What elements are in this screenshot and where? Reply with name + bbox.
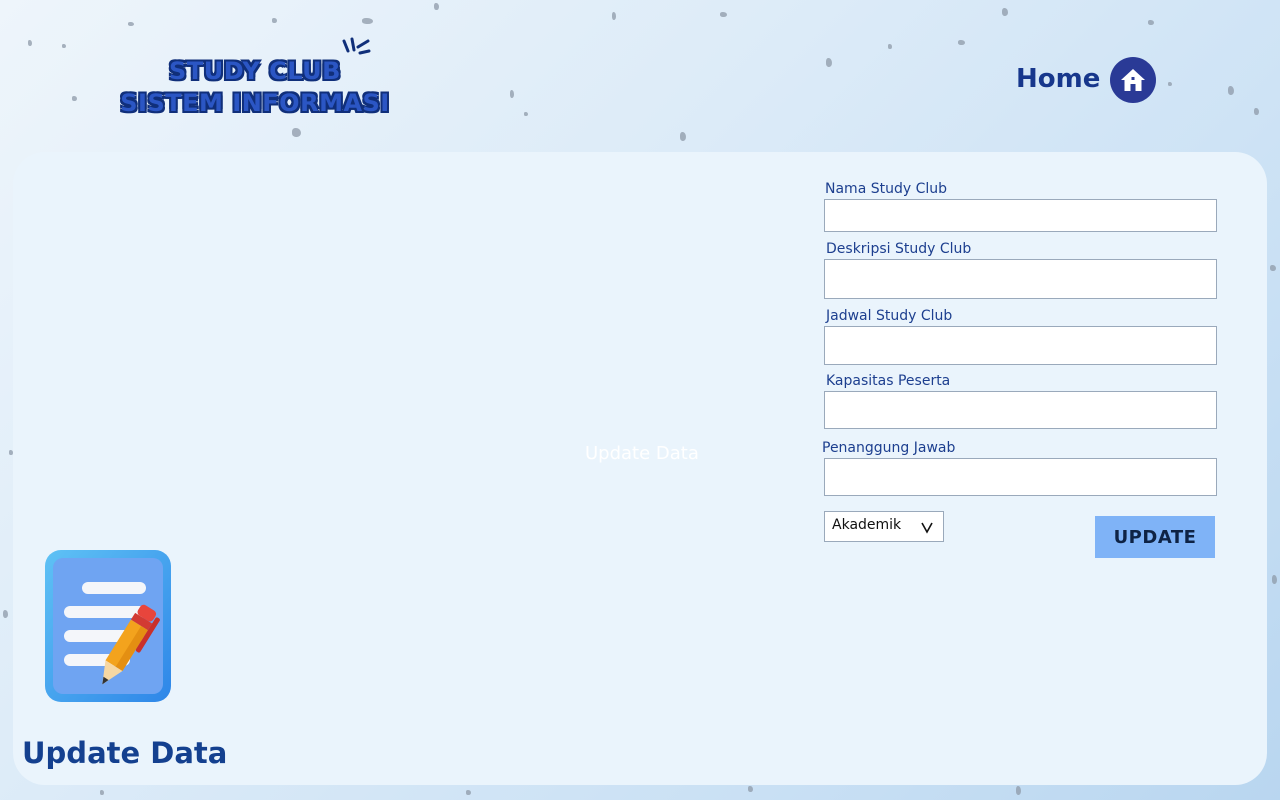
- penanggung-jawab-input[interactable]: [824, 458, 1217, 496]
- background-speck: [28, 40, 32, 46]
- clipboard-pencil-icon: [45, 550, 171, 702]
- background-speck: [1272, 575, 1277, 584]
- background-speck: [888, 44, 892, 49]
- kapasitas-peserta-input[interactable]: [824, 391, 1217, 429]
- background-speck: [510, 90, 514, 98]
- faded-page-title: Update Data: [585, 443, 699, 464]
- background-speck: [748, 786, 753, 792]
- background-speck: [362, 18, 373, 24]
- background-speck: [1002, 8, 1008, 16]
- background-speck: [466, 790, 471, 795]
- home-button[interactable]: [1110, 57, 1156, 103]
- sparkle-accent-icon: [342, 37, 371, 55]
- background-speck: [128, 22, 134, 26]
- background-speck: [1228, 86, 1234, 95]
- background-speck: [1148, 20, 1154, 25]
- jadwal-study-club-input[interactable]: [824, 326, 1217, 365]
- background-speck: [958, 40, 965, 45]
- background-speck: [680, 132, 686, 141]
- background-speck: [1254, 108, 1259, 115]
- background-speck: [1168, 82, 1172, 86]
- jadwal-study-club-label: Jadwal Study Club: [826, 308, 953, 324]
- background-speck: [524, 112, 528, 116]
- page-heading: Update Data: [22, 736, 228, 770]
- background-speck: [62, 44, 66, 48]
- background-speck: [272, 18, 277, 23]
- background-speck: [72, 96, 77, 101]
- nama-study-club-input[interactable]: [824, 199, 1217, 232]
- background-speck: [720, 12, 727, 17]
- background-speck: [100, 790, 104, 795]
- background-speck: [1270, 265, 1276, 271]
- nama-study-club-label: Nama Study Club: [825, 181, 948, 197]
- category-select[interactable]: Akademik: [824, 511, 944, 542]
- home-link[interactable]: Home: [1016, 64, 1100, 94]
- deskripsi-study-club-label: Deskripsi Study Club: [826, 241, 972, 257]
- penanggung-jawab-label: Penanggung Jawab: [822, 440, 956, 456]
- category-select-value: Akademik: [832, 517, 902, 533]
- background-speck: [3, 610, 8, 618]
- update-button[interactable]: UPDATE: [1095, 516, 1215, 558]
- background-speck: [826, 58, 832, 67]
- chevron-down-icon: [921, 522, 933, 534]
- background-speck: [1016, 786, 1021, 795]
- background-speck: [292, 128, 301, 137]
- deskripsi-study-club-input[interactable]: [824, 259, 1217, 299]
- logo-subtitle: SISTEM INFORMASI: [120, 89, 390, 117]
- background-speck: [434, 3, 439, 10]
- kapasitas-peserta-label: Kapasitas Peserta: [826, 373, 951, 389]
- background-speck: [612, 12, 616, 20]
- house-icon: [1121, 69, 1145, 91]
- app-logo: STUDY CLUB SISTEM INFORMASI: [110, 37, 400, 119]
